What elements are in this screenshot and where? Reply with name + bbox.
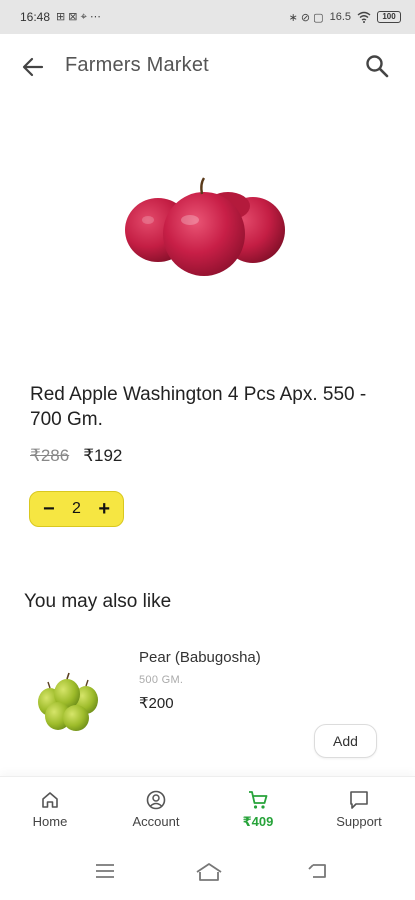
suggestion-price: ₹200 [139, 695, 174, 712]
status-time: 16:48 [20, 10, 51, 24]
network-speed: 16.5 [329, 11, 351, 23]
product-price: ₹192 [83, 446, 123, 465]
quantity-stepper: − 2 + [29, 491, 124, 527]
decrease-quantity-button[interactable]: − [43, 499, 55, 519]
section-title-you-may-also-like: You may also like [24, 591, 172, 612]
cart-icon [249, 791, 268, 809]
price-row: ₹286 ₹192 [30, 446, 122, 466]
suggestion-image-pear[interactable] [34, 672, 104, 734]
nav-label-home: Home [32, 814, 68, 829]
back-button-icon[interactable] [306, 862, 328, 880]
nav-item-support[interactable]: Support [314, 789, 404, 829]
status-right: ∗ ⊘ ▢ 16.5 100 [289, 11, 401, 24]
menu-icon[interactable] [94, 862, 116, 880]
battery-icon: 100 [377, 11, 401, 23]
nav-item-cart[interactable]: ₹409 [213, 789, 303, 830]
home-icon [42, 792, 58, 808]
product-image-red-apples [125, 177, 285, 276]
chat-icon [350, 791, 368, 809]
nav-label-support: Support [336, 814, 382, 829]
suggestion-name[interactable]: Pear (Babugosha) [139, 649, 261, 666]
nav-item-account[interactable]: Account [111, 789, 201, 829]
status-left: 16:48 ⊞ ⊠ ⌖ ⋯ [20, 10, 101, 24]
bottom-nav: Home Account ₹409 Support [0, 776, 415, 842]
search-icon[interactable] [363, 52, 391, 80]
nav-item-home[interactable]: Home [5, 789, 95, 829]
nav-label-account: Account [132, 814, 180, 829]
wifi-icon [357, 11, 371, 23]
app-bar: Farmers Market [0, 34, 415, 98]
home-button-icon[interactable] [195, 862, 223, 882]
add-to-cart-button[interactable]: Add [314, 724, 377, 758]
product-mrp: ₹286 [30, 446, 70, 465]
product-title: Red Apple Washington 4 Pcs Apx. 550 - 70… [30, 384, 367, 430]
suggestion-weight: 500 GM. [139, 674, 184, 686]
status-system-icons: ∗ ⊘ ▢ [288, 11, 324, 24]
system-nav-bar [0, 842, 415, 900]
status-notification-icons: ⊞ ⊠ ⌖ ⋯ [56, 11, 101, 23]
status-bar: 16:48 ⊞ ⊠ ⌖ ⋯ ∗ ⊘ ▢ 16.5 100 [0, 0, 415, 34]
account-icon [146, 790, 166, 810]
back-arrow-icon[interactable] [18, 52, 48, 82]
quantity-value: 2 [72, 500, 81, 517]
nav-label-cart-total: ₹409 [242, 814, 274, 829]
page-title: Farmers Market [65, 54, 209, 76]
increase-quantity-button[interactable]: + [98, 499, 110, 519]
